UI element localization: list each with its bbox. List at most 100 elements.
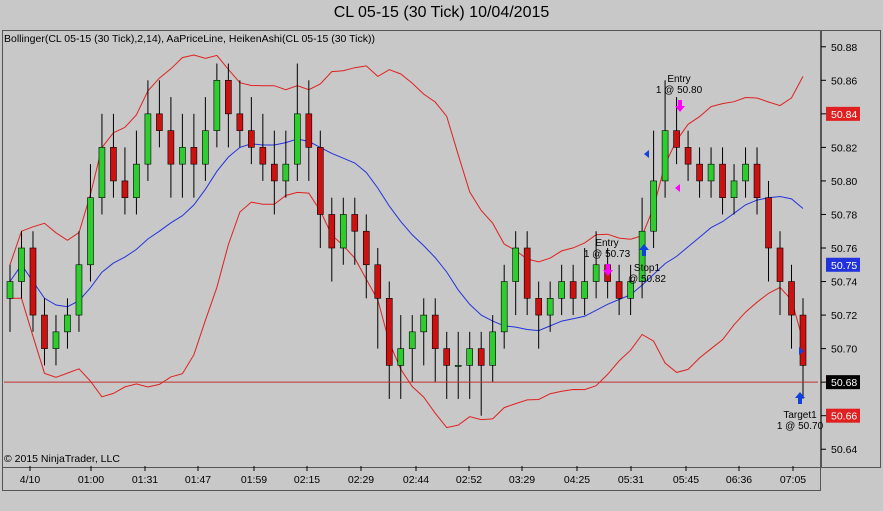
candle[interactable]	[202, 97, 209, 181]
candle-body	[110, 147, 117, 182]
candle-body	[523, 247, 531, 299]
candle[interactable]	[6, 264, 14, 332]
candle[interactable]	[500, 264, 508, 349]
x-tick-label: 02:44	[403, 474, 429, 486]
candle[interactable]	[41, 298, 48, 366]
candle[interactable]	[167, 97, 175, 198]
candle[interactable]	[776, 231, 784, 316]
candle-body	[420, 314, 428, 333]
candle[interactable]	[305, 80, 313, 181]
candle[interactable]	[317, 130, 324, 248]
candle[interactable]	[248, 97, 255, 165]
candle[interactable]	[190, 113, 198, 198]
candle-body	[351, 214, 359, 232]
candle[interactable]	[742, 147, 749, 198]
candle[interactable]	[661, 80, 669, 198]
candle[interactable]	[431, 298, 439, 383]
candle[interactable]	[408, 315, 416, 383]
candle[interactable]	[788, 264, 795, 349]
candle[interactable]	[282, 130, 290, 198]
candle[interactable]	[339, 197, 347, 265]
x-tick-label: 02:15	[294, 474, 320, 486]
candle-body	[500, 281, 508, 333]
stop-marker-left	[644, 150, 649, 158]
candlestick-chart[interactable]: Entry1 @ 50.80Entry1 @ 50.73Stop1@ 50.82…	[0, 0, 883, 511]
candle[interactable]	[121, 147, 129, 215]
candle[interactable]	[236, 80, 244, 148]
stop-marker-right	[675, 184, 680, 192]
candle[interactable]	[259, 113, 267, 181]
candle[interactable]	[420, 298, 428, 366]
candle-body	[569, 281, 577, 299]
candle-body	[730, 180, 738, 198]
candle[interactable]	[489, 315, 496, 383]
candle-body	[18, 247, 25, 282]
bollinger-middle-line	[9, 138, 804, 332]
candle[interactable]	[98, 113, 106, 215]
candle-body	[615, 281, 623, 299]
candle[interactable]	[730, 164, 738, 215]
candle[interactable]	[374, 248, 382, 349]
x-tick-label: 4/10	[20, 474, 41, 486]
candle-body	[719, 163, 726, 198]
candle[interactable]	[454, 331, 462, 399]
candle-body	[75, 264, 83, 316]
candle[interactable]	[569, 264, 577, 316]
candle[interactable]	[466, 331, 474, 399]
candle[interactable]	[179, 113, 186, 198]
candle[interactable]	[546, 281, 554, 332]
candle[interactable]	[75, 231, 83, 332]
candle[interactable]	[133, 130, 140, 215]
candle[interactable]	[627, 264, 634, 316]
candle-body	[144, 113, 152, 165]
candle[interactable]	[477, 331, 485, 416]
candle-body	[202, 130, 209, 165]
candle-body	[581, 281, 588, 299]
candle[interactable]	[443, 331, 451, 399]
candle[interactable]	[523, 231, 531, 316]
candle[interactable]	[558, 264, 565, 316]
candle[interactable]	[512, 231, 519, 316]
candle[interactable]	[29, 231, 37, 332]
candle[interactable]	[156, 80, 163, 148]
candle[interactable]	[615, 264, 623, 316]
candle[interactable]	[684, 130, 692, 181]
x-tick-label: 06:36	[726, 474, 752, 486]
candle[interactable]	[362, 214, 370, 299]
y-tick-label: 50.82	[831, 142, 857, 154]
candle[interactable]	[52, 315, 60, 366]
entry-annotation-1-detail: 1 @ 50.80	[656, 85, 703, 96]
candle-body	[41, 314, 48, 349]
candle[interactable]	[696, 147, 703, 198]
candle[interactable]	[385, 281, 393, 399]
candle[interactable]	[87, 164, 94, 282]
candle-body	[317, 147, 324, 215]
candle-body	[385, 298, 393, 366]
candle-body	[282, 163, 290, 182]
candle[interactable]	[753, 147, 761, 215]
candle[interactable]	[294, 63, 301, 181]
candle[interactable]	[271, 130, 278, 215]
candle[interactable]	[535, 281, 542, 349]
candle[interactable]	[328, 197, 336, 282]
candle[interactable]	[110, 113, 117, 198]
candle-body	[661, 130, 669, 182]
candle-body	[248, 130, 255, 148]
candle[interactable]	[18, 231, 25, 299]
price-marker-label: 50.84	[831, 109, 857, 121]
indicator-label: Bollinger(CL 05-15 (30 Tick),2,14), AaPr…	[4, 33, 375, 45]
candle-body	[133, 163, 140, 198]
candle-body	[98, 147, 106, 198]
price-marker: 50.68	[826, 375, 860, 390]
candle[interactable]	[719, 147, 726, 215]
candle[interactable]	[765, 180, 772, 282]
candle[interactable]	[213, 63, 221, 148]
candle[interactable]	[707, 147, 715, 198]
entry-annotation-2-label: Entry	[595, 238, 618, 249]
candle-body	[477, 348, 485, 366]
candle[interactable]	[650, 130, 657, 248]
candle[interactable]	[397, 315, 405, 399]
candle[interactable]	[225, 63, 232, 148]
candle-body	[696, 163, 703, 182]
candle[interactable]	[351, 197, 359, 265]
